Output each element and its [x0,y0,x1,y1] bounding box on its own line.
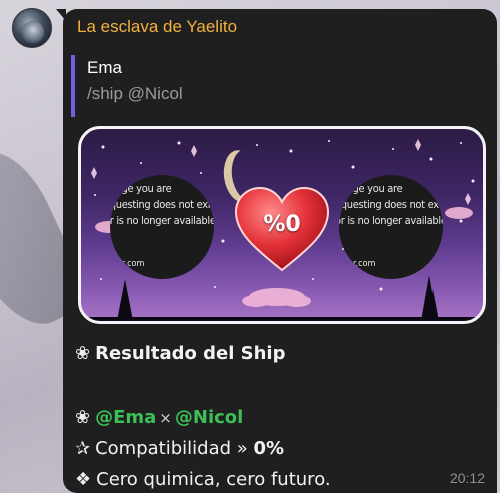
compatibility-score: %0 [263,212,301,237]
star-icon: ✰ [75,438,91,459]
ship-image[interactable]: image you are equesting does not exis or… [78,126,486,324]
message-time: 20:12 [449,470,485,486]
diamond-icon: ❖ [75,469,92,490]
verdict-text: Cero quimica, cero futuro. [96,469,331,490]
times-symbol: × [159,409,172,427]
placeholder-line: image you are [110,182,172,195]
placeholder-line: equesting does not exis [110,198,214,211]
placeholder-line: or is no longer available. [339,214,443,227]
result-title: ❀ Resultado del Ship [75,343,286,364]
placeholder-line: or is no longer available. [110,214,214,227]
pine-trees [81,275,483,321]
ship-pair: ❀ @Ema × @Nicol [75,407,243,428]
reply-quote[interactable]: Ema /ship @Nicol [71,55,371,117]
message-bubble[interactable]: La esclava de Yaelito Ema /ship @Nicol i… [63,9,497,493]
sender-name[interactable]: La esclava de Yaelito [77,17,237,37]
compatibility-value: 0% [253,438,285,459]
sender-avatar[interactable] [12,8,52,48]
mention-user-b[interactable]: @Nicol [175,407,243,428]
placeholder-line: image you are [339,182,403,195]
result-title-text: Resultado del Ship [95,343,286,364]
placeholder-line: equesting does not exis [339,198,443,211]
compatibility-label: Compatibilidad » [95,438,248,459]
flower-icon: ❀ [75,407,91,428]
verdict-line: ❖ Cero quimica, cero futuro. [75,469,331,490]
compatibility-line: ✰ Compatibilidad » 0% [75,438,284,459]
reply-text: /ship @Nicol [87,84,183,103]
reply-author: Ema [87,58,122,77]
mention-user-a[interactable]: @Ema [95,407,156,428]
flower-icon: ❀ [75,343,91,364]
